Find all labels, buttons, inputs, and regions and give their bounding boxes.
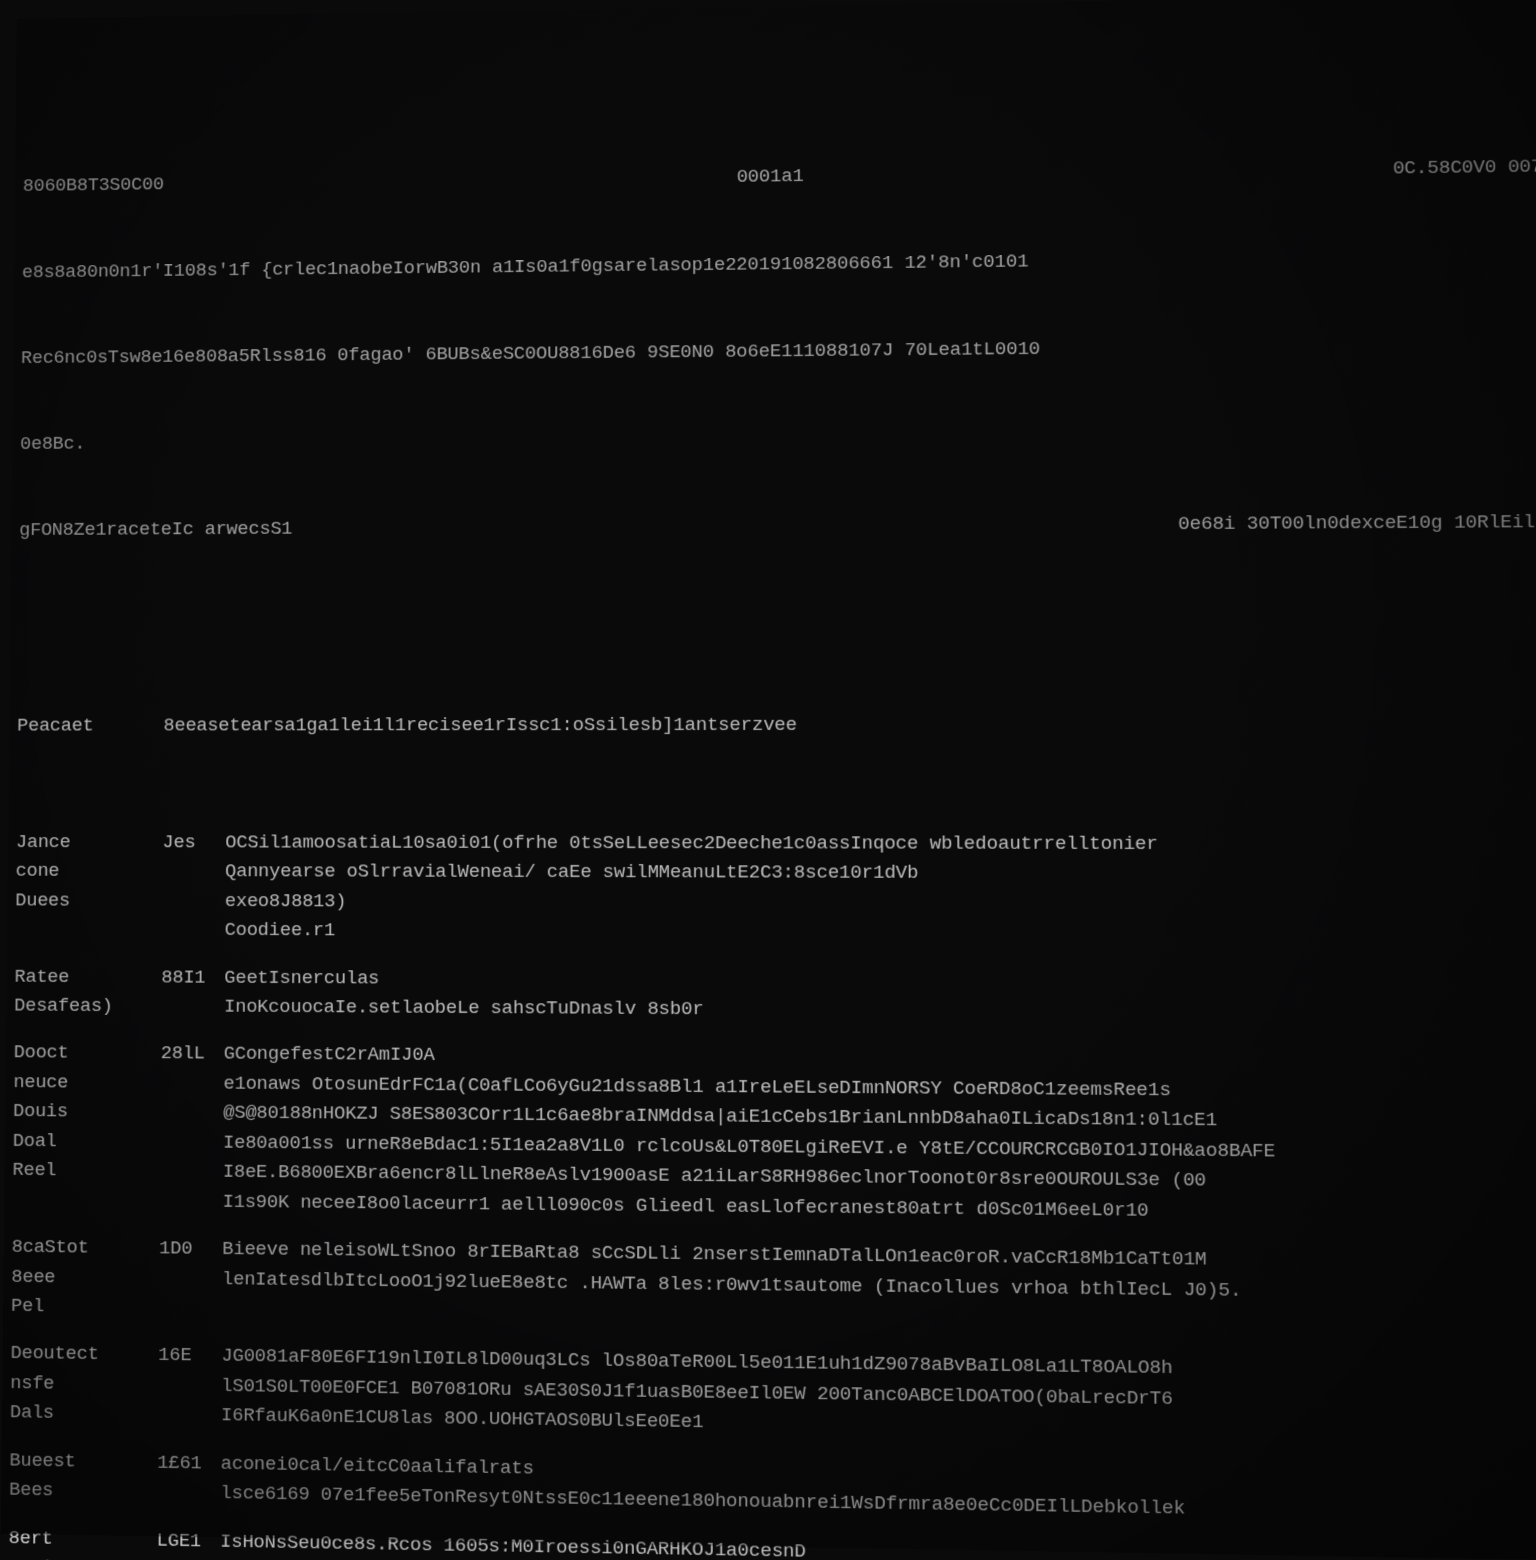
row-body: GCongefestC2rAmIJ0A <box>224 1040 435 1071</box>
row-label: Bueest <box>9 1446 157 1478</box>
hdr-top-center: 0001a1 <box>737 162 804 192</box>
hdr-line3: Rec6nc0sTsw8e16e808a5Rlss816 0fagao' 6BU… <box>21 332 1325 373</box>
row-number: LGE1 <box>157 1526 221 1557</box>
row-label: Desafeas) <box>14 992 161 1022</box>
row-label: cone <box>15 857 162 887</box>
row-label: neuce <box>13 1068 160 1098</box>
hdr-line5-right: 0e68i 30T00ln0dexceE10g 10RlEilt <box>1178 508 1536 540</box>
row-label: 8ert <box>8 1523 156 1555</box>
row-label: nsfe <box>10 1369 158 1401</box>
row-number <box>160 1128 223 1129</box>
hdr-top-left: 8060B8T3S0C00 <box>23 171 164 201</box>
title-label: Peacaet <box>17 712 164 741</box>
row-body: Qannyearse oSlrravialWeneai/ caEe swilMM… <box>225 858 918 889</box>
row-label: Reel <box>12 1156 160 1187</box>
row-label: Douis <box>13 1097 160 1127</box>
title-row: Peacaet 8eeasetearsa1ga1lei1l1recisee1rI… <box>17 710 1536 741</box>
hdr-line4: 0e8Bc. <box>20 421 1325 460</box>
row-label: Ratee <box>14 962 161 992</box>
hdr-line2: e8s8a80n0n1r'I108s'1f {crlec1naobeIorwB3… <box>22 244 1324 287</box>
row-number: 28lL <box>161 1040 224 1070</box>
row-number <box>159 1293 222 1294</box>
table-row: Coodiee.r1 <box>15 915 1536 950</box>
row-number: 88 <box>156 1556 220 1560</box>
row-continuation: Coodiee.r1 <box>225 916 336 946</box>
table-row: cone Qannyearse oSlrravialWeneai/ caEe sw… <box>15 857 1536 890</box>
row-label: Dooct <box>14 1039 161 1069</box>
row-body: InoKcouocaIe.setlaobeLe sahscTuDnaslv 8s… <box>224 993 704 1025</box>
row-label: Duees <box>15 886 162 916</box>
row-label: 8caStot <box>12 1233 160 1264</box>
hdr-line5-left: gFON8Ze1raceteIc arwecsS1 <box>19 515 292 545</box>
header-block: 8060B8T3S0C00 0001a1 0C.58C0V0 007 e8s8a… <box>18 94 1536 604</box>
title-body: 8eeasetearsa1ga1lei1l1recisee1rIssc1:oSs… <box>163 711 797 741</box>
row-label: Pel <box>11 1292 159 1323</box>
row-number: 88I1 <box>161 963 224 993</box>
row-number <box>158 1400 221 1401</box>
row-label: Doal <box>13 1127 160 1158</box>
data-rows: JanceJesOCSil1amoosatiaL10sa0i01(ofrhe 0… <box>3 828 1536 1560</box>
row-label: Jance <box>16 828 163 857</box>
row-label: 8eee <box>11 1262 159 1293</box>
row-label: Dals <box>10 1398 158 1430</box>
row-number: 16E <box>158 1341 222 1371</box>
row-number: Jes <box>162 828 225 857</box>
row-body: exeo8J8813) <box>225 887 347 917</box>
row-number: 1£61 <box>157 1448 221 1479</box>
row-body: aconei0cal/eitcC0aalifalrats <box>221 1449 534 1484</box>
hdr-top-right: 0C.58C0V0 007 <box>1393 153 1536 184</box>
row-label: Bees <box>9 1476 157 1508</box>
table-row: JanceJesOCSil1amoosatiaL10sa0i01(ofrhe 0… <box>16 828 1536 860</box>
terminal-screen: 8060B8T3S0C00 0001a1 0C.58C0V0 007 e8s8a… <box>0 0 1536 1560</box>
row-body: GeetIsnerculas <box>224 963 379 993</box>
row-label: Deoutect <box>10 1339 158 1370</box>
row-number: 1D0 <box>159 1234 222 1264</box>
row-number <box>160 1157 223 1158</box>
row-body: OCSil1amoosatiaL10sa0i01(ofrhe 0tsSeLLee… <box>225 828 1158 859</box>
